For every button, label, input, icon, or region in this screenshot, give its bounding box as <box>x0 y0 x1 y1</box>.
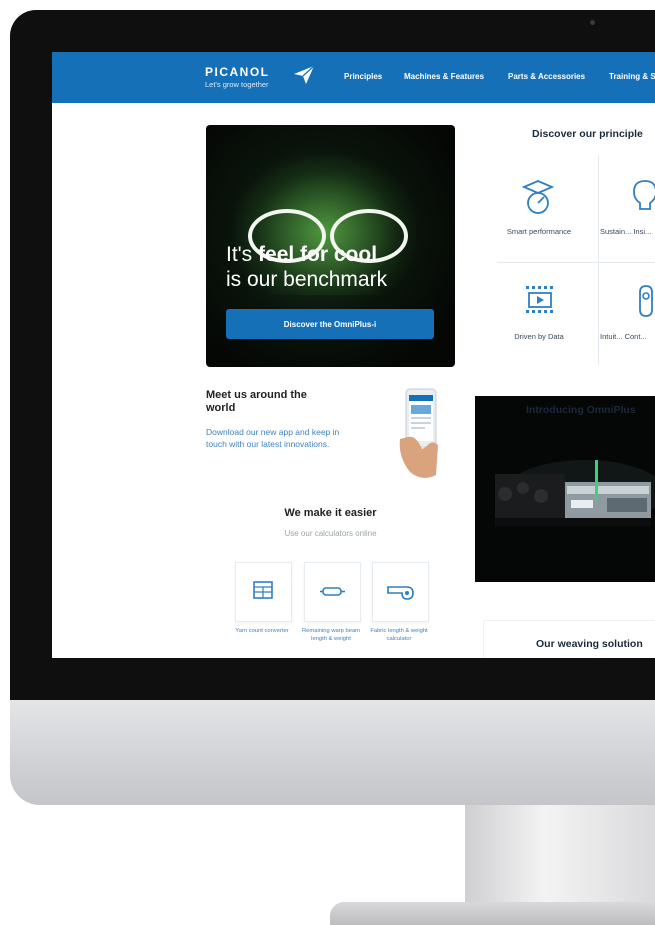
nav-parts-accessories[interactable]: Parts & Accessories <box>508 72 585 81</box>
hero-headline-bold: feel for cool <box>258 243 378 266</box>
calculator-label-yarn[interactable]: Yarn count converter <box>228 628 296 636</box>
nav-training[interactable]: Training & S <box>609 72 655 81</box>
principles-title: Discover our principle <box>532 128 643 140</box>
fabric-calculator-icon <box>387 586 414 600</box>
principles-grid-divider <box>497 262 655 263</box>
monitor-stand <box>465 805 655 910</box>
smart-performance-icon[interactable] <box>520 177 556 217</box>
warp-beam-icon <box>320 587 345 596</box>
calculator-label-warp-beam[interactable]: Remaining warp beam length & weight <box>297 628 365 643</box>
principle-smart-performance[interactable]: Smart performance <box>499 227 579 237</box>
nav-principles[interactable]: Principles <box>344 72 382 81</box>
calculator-card-yarn[interactable] <box>235 562 292 622</box>
principle-sustainable-insight[interactable]: Sustain... Insi... <box>600 227 655 237</box>
principles-grid-divider <box>598 155 599 365</box>
paper-plane-icon <box>294 65 315 84</box>
camera-dot <box>590 20 595 25</box>
principle-intuitive-control[interactable]: Intuit... Cont... <box>600 332 655 342</box>
omniplus-title: Introducing OmniPlus <box>526 404 636 416</box>
calculator-label-fabric[interactable]: Fabric length & weight calculator <box>365 628 433 643</box>
omniplus-machine-image[interactable] <box>475 396 655 582</box>
hero-banner[interactable]: It's feel for cool is our benchmark Disc… <box>206 125 455 367</box>
discover-omniplus-button[interactable]: Discover the OmniPlus-i <box>226 309 434 339</box>
meet-us-title: Meet us around the world <box>206 389 307 414</box>
monitor-chin <box>10 700 655 805</box>
calculators-title: We make it easier <box>284 507 377 519</box>
meet-us-text[interactable]: Download our new app and keep in touch w… <box>206 427 356 450</box>
yarn-count-icon <box>253 581 273 599</box>
calculator-card-fabric[interactable] <box>372 562 429 622</box>
hero-headline-line2: is our benchmark <box>226 268 388 291</box>
weaving-solutions-title: Our weaving solution <box>536 638 643 650</box>
brand-logo[interactable]: PICANOL <box>205 65 270 79</box>
hero-headline-line1: It's feel for cool <box>226 243 377 267</box>
website-screen: PICANOL Let's grow together Principles M… <box>52 52 655 658</box>
nav-machines-features[interactable]: Machines & Features <box>404 72 484 81</box>
hero-headline-pre: It's <box>226 243 259 266</box>
sustainable-insight-icon[interactable] <box>630 177 655 217</box>
brand-tagline: Let's grow together <box>205 80 269 89</box>
monitor-stand-base <box>330 902 655 925</box>
driven-by-data-icon[interactable] <box>522 282 558 318</box>
phone-app-image[interactable] <box>392 387 444 482</box>
calculator-card-warp-beam[interactable] <box>304 562 361 622</box>
top-nav: PICANOL Let's grow together Principles M… <box>52 52 655 103</box>
calculators-subtitle: Use our calculators online <box>284 529 377 538</box>
intuitive-control-icon[interactable] <box>632 282 655 322</box>
principle-driven-by-data[interactable]: Driven by Data <box>499 332 579 342</box>
